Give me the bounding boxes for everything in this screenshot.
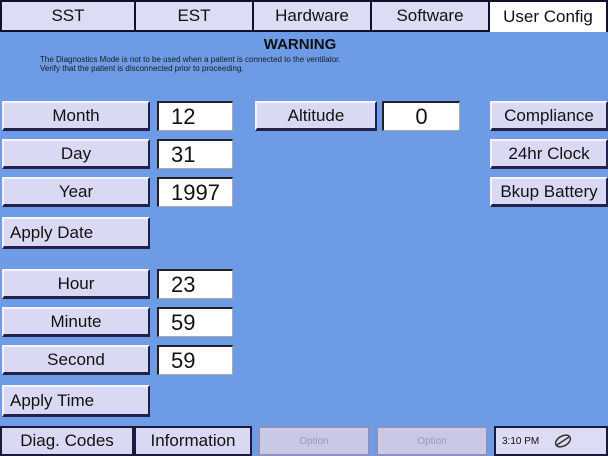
minute-field[interactable]: 59 [157,307,233,337]
warning-title: WARNING [263,36,337,53]
day-field[interactable]: 31 [157,139,233,169]
backup-battery-button[interactable]: Bkup Battery [490,177,608,207]
clock-time: 3:10 PM [502,435,540,447]
month-button[interactable]: Month [2,101,150,131]
warning-line-2: Verify that the patient is disconnected … [40,64,244,73]
apply-date-button[interactable]: Apply Date [2,217,150,249]
hour-button[interactable]: Hour [2,269,150,299]
warning-message: The Diagnostics Mode is not to be used w… [40,55,580,73]
information-button[interactable]: Information [134,426,252,456]
year-button[interactable]: Year [2,177,150,207]
tab-user-config[interactable]: User Config [488,0,608,32]
option-button-2[interactable]: Option [376,426,488,456]
apply-time-button[interactable]: Apply Time [2,385,150,417]
compliance-button[interactable]: Compliance [490,101,608,131]
altitude-button[interactable]: Altitude [255,101,377,131]
wrench-icon [555,434,572,448]
tab-est[interactable]: EST [134,0,254,32]
warning-line-1: The Diagnostics Mode is not to be used w… [40,55,341,64]
year-field[interactable]: 1997 [157,177,233,207]
diag-codes-button[interactable]: Diag. Codes [0,426,134,456]
minute-button[interactable]: Minute [2,307,150,337]
option-button-1[interactable]: Option [258,426,370,456]
month-field[interactable]: 12 [157,101,233,131]
hour-field[interactable]: 23 [157,269,233,299]
tab-sst[interactable]: SST [0,0,136,32]
second-field[interactable]: 59 [157,345,233,375]
altitude-field[interactable]: 0 [382,101,460,131]
clock-display: 3:10 PM [494,426,608,456]
tab-software[interactable]: Software [370,0,490,32]
24hr-clock-button[interactable]: 24hr Clock [490,139,608,169]
tab-hardware[interactable]: Hardware [252,0,372,32]
second-button[interactable]: Second [2,345,150,375]
day-button[interactable]: Day [2,139,150,169]
